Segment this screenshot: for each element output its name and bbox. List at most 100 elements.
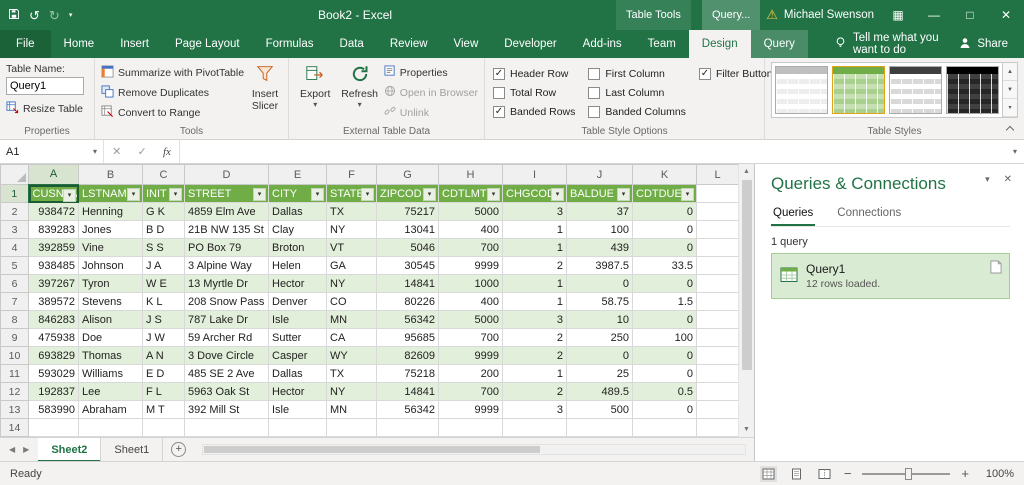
cell[interactable]: 14841 xyxy=(376,274,439,293)
cell[interactable]: 400 xyxy=(438,220,503,239)
cell[interactable]: F L xyxy=(142,382,185,401)
checkbox-banded-rows[interactable]: ✓ Banded Rows xyxy=(493,103,575,121)
cell[interactable]: 846283 xyxy=(28,310,79,329)
cell[interactable]: 0 xyxy=(566,346,633,365)
pane-menu-icon[interactable]: ▾ xyxy=(985,174,990,185)
cell[interactable]: S S xyxy=(142,238,185,257)
cell[interactable]: 30545 xyxy=(376,256,439,275)
cell[interactable]: 1 xyxy=(502,274,567,293)
cell[interactable]: 1 xyxy=(502,220,567,239)
row-header-14[interactable]: 14 xyxy=(0,418,29,437)
filter-button[interactable]: ▾ xyxy=(551,188,564,201)
scroll-up-icon[interactable]: ▲ xyxy=(739,164,754,179)
ribbon-tab-page-layout[interactable]: Page Layout xyxy=(162,30,253,58)
close-button[interactable]: ✕ xyxy=(988,0,1024,30)
insert-function-icon[interactable]: fx xyxy=(163,146,171,158)
cell[interactable]: 250 xyxy=(566,328,633,347)
cell[interactable]: 2 xyxy=(502,346,567,365)
tell-me-box[interactable]: Tell me what you want to do xyxy=(834,30,943,58)
row-header-2[interactable]: 2 xyxy=(0,202,29,221)
cell[interactable] xyxy=(696,400,738,419)
cell[interactable]: 1 xyxy=(502,292,567,311)
page-layout-view-button[interactable] xyxy=(788,466,805,482)
cell[interactable]: 389572 xyxy=(28,292,79,311)
cell[interactable]: 700 xyxy=(438,238,503,257)
ribbon-tab-team[interactable]: Team xyxy=(635,30,689,58)
cell[interactable] xyxy=(268,418,327,437)
cell[interactable]: 56342 xyxy=(376,400,439,419)
checkbox-last-column[interactable]: Last Column xyxy=(588,84,686,102)
cell[interactable]: 3987.5 xyxy=(566,256,633,275)
filter-button[interactable]: ▾ xyxy=(423,188,436,201)
sheet-nav-left-icon[interactable]: ◀ xyxy=(9,445,15,454)
column-header-a[interactable]: A xyxy=(28,164,79,186)
gallery-up-icon[interactable]: ▲ xyxy=(1003,63,1017,81)
row-header-10[interactable]: 10 xyxy=(0,346,29,365)
cell[interactable]: Lee xyxy=(78,382,143,401)
pane-close-icon[interactable]: ✕ xyxy=(1004,174,1012,185)
cell[interactable]: B D xyxy=(142,220,185,239)
filter-button[interactable]: ▾ xyxy=(361,188,374,201)
cell[interactable]: 593029 xyxy=(28,364,79,383)
cell[interactable]: 700 xyxy=(438,328,503,347)
cell[interactable]: NY xyxy=(326,274,377,293)
table-style-thumbnail[interactable] xyxy=(889,66,942,114)
export-button[interactable]: Export ▾ xyxy=(295,62,335,122)
column-header-c[interactable]: C xyxy=(142,164,185,185)
cell[interactable]: 13 Myrtle Dr xyxy=(184,274,269,293)
table-header-init[interactable]: INIT ▾ xyxy=(142,184,185,203)
cell[interactable]: MN xyxy=(326,310,377,329)
column-header-f[interactable]: F xyxy=(326,164,377,185)
cell[interactable]: 3 xyxy=(502,310,567,329)
cell[interactable]: 0 xyxy=(632,274,697,293)
table-header-cdtdue[interactable]: CDTDUE ▾ xyxy=(632,184,697,203)
pane-tab-connections[interactable]: Connections xyxy=(835,204,903,226)
cell[interactable]: Dallas xyxy=(268,364,327,383)
vertical-scrollbar[interactable]: ▲ ▼ xyxy=(738,164,754,437)
column-header-g[interactable]: G xyxy=(376,164,439,185)
filter-button[interactable]: ▾ xyxy=(487,188,500,201)
cell[interactable]: 13041 xyxy=(376,220,439,239)
cell[interactable]: 392 Mill St xyxy=(184,400,269,419)
cell[interactable]: K L xyxy=(142,292,185,311)
cell[interactable]: CA xyxy=(326,328,377,347)
column-header-h[interactable]: H xyxy=(438,164,503,185)
row-header-4[interactable]: 4 xyxy=(0,238,29,257)
cell[interactable]: 583990 xyxy=(28,400,79,419)
cell[interactable]: 700 xyxy=(438,382,503,401)
cell[interactable] xyxy=(438,418,503,437)
maximize-button[interactable]: □ xyxy=(952,0,988,30)
cell[interactable]: NY xyxy=(326,382,377,401)
ribbon-tab-formulas[interactable]: Formulas xyxy=(253,30,327,58)
cell[interactable] xyxy=(696,292,738,311)
gallery-more-icon[interactable]: ▾ xyxy=(1003,99,1017,117)
table-header-zipcod[interactable]: ZIPCOD ▾ xyxy=(376,184,439,203)
cell[interactable]: Sutter xyxy=(268,328,327,347)
table-header-city[interactable]: CITY ▾ xyxy=(268,184,327,203)
cell[interactable]: 0 xyxy=(632,346,697,365)
cell[interactable]: CO xyxy=(326,292,377,311)
convert-to-range-button[interactable]: Convert to Range xyxy=(101,103,244,122)
row-header-6[interactable]: 6 xyxy=(0,274,29,293)
filter-button[interactable]: ▾ xyxy=(617,188,630,201)
cell[interactable] xyxy=(696,382,738,401)
table-name-input[interactable] xyxy=(6,77,84,95)
external-properties-button[interactable]: Properties xyxy=(384,63,478,82)
zoom-out-button[interactable]: − xyxy=(844,467,852,480)
cell[interactable]: Alison xyxy=(78,310,143,329)
cell[interactable]: Tyron xyxy=(78,274,143,293)
cell[interactable]: 693829 xyxy=(28,346,79,365)
ribbon-tab-add-ins[interactable]: Add-ins xyxy=(570,30,635,58)
row-header-9[interactable]: 9 xyxy=(0,328,29,347)
cell[interactable]: 75218 xyxy=(376,364,439,383)
cell[interactable]: 489.5 xyxy=(566,382,633,401)
filter-button[interactable]: ▾ xyxy=(169,188,182,201)
cell[interactable]: 75217 xyxy=(376,202,439,221)
cell[interactable] xyxy=(696,238,738,257)
cell[interactable]: Hector xyxy=(268,274,327,293)
pane-tab-queries[interactable]: Queries xyxy=(771,204,816,226)
cell[interactable]: Broton xyxy=(268,238,327,257)
cell[interactable]: 2 xyxy=(502,328,567,347)
query-peek-icon[interactable] xyxy=(990,260,1002,277)
share-button[interactable]: Share xyxy=(943,30,1024,58)
